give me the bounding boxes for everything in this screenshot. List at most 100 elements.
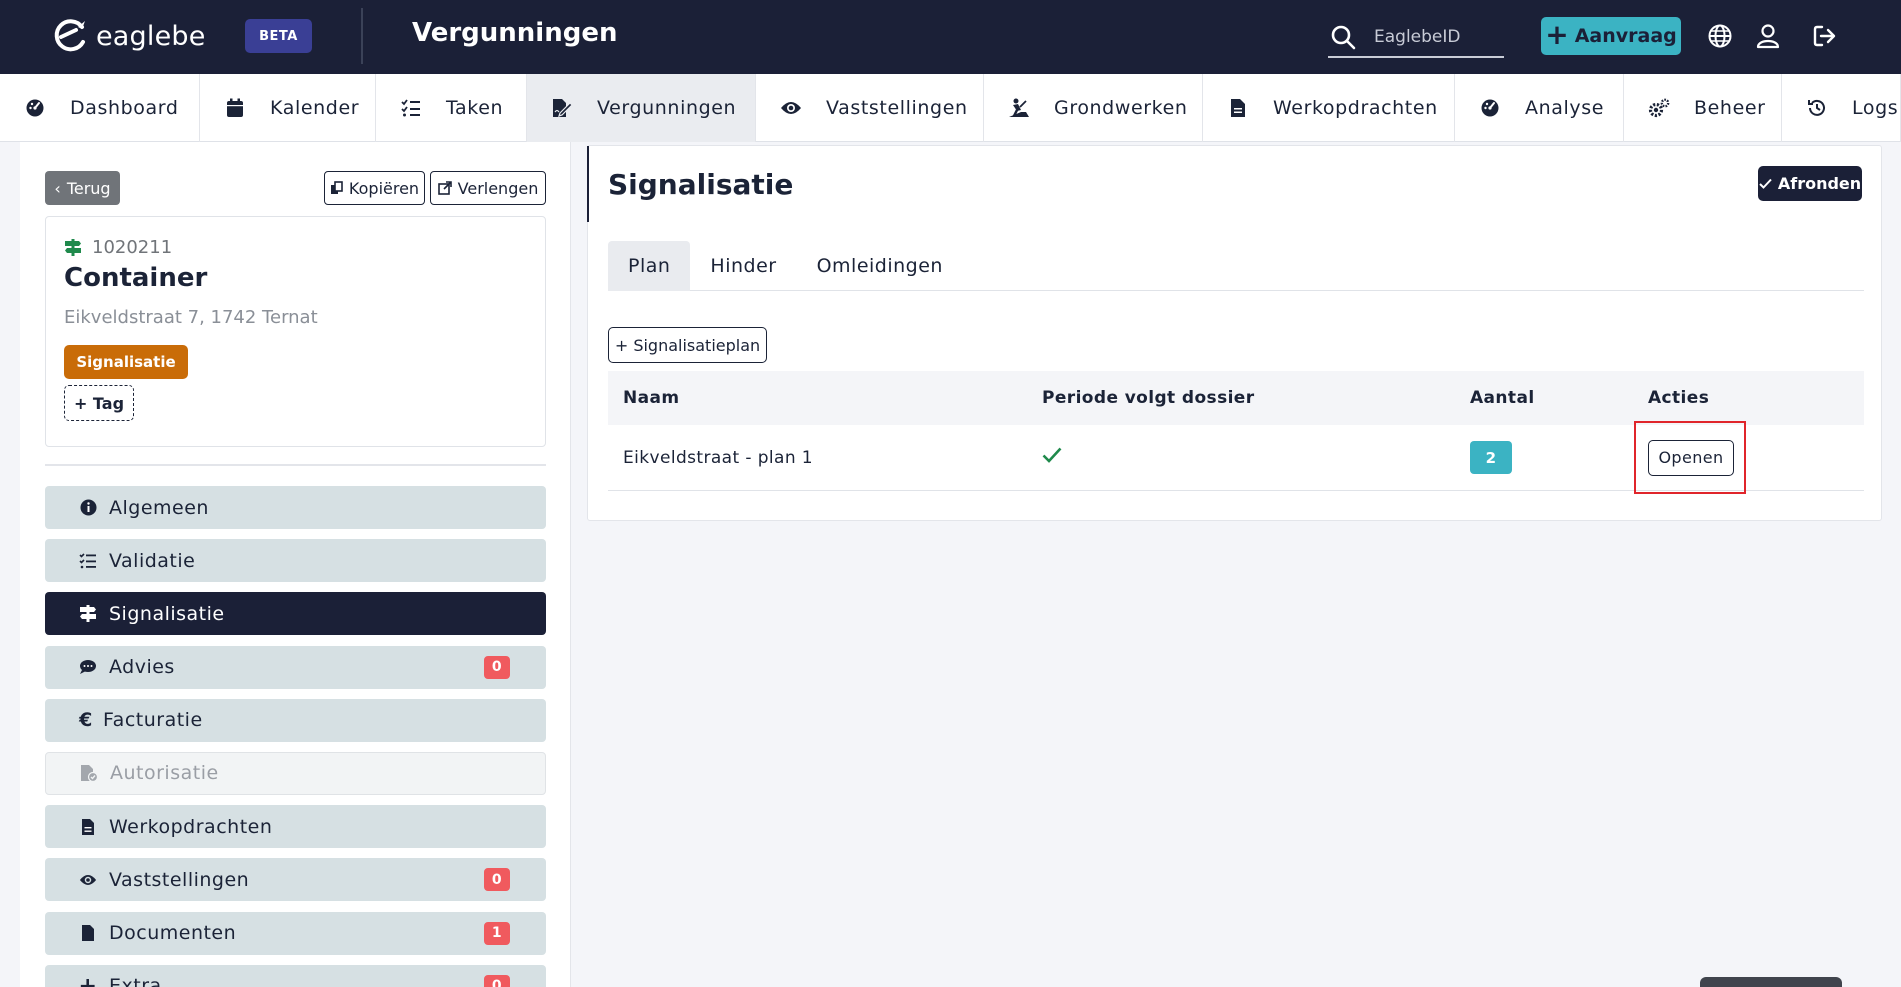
acties-cell: Openen xyxy=(1633,439,1864,476)
menu-item-label: Validatie xyxy=(109,549,196,572)
menu-item-label: Advies xyxy=(109,656,175,679)
comments-icon xyxy=(79,658,97,676)
search-input[interactable] xyxy=(1374,27,1494,47)
document-icon xyxy=(79,818,97,836)
column-header-periode: Periode volgt dossier xyxy=(1042,388,1255,408)
terug-label: Terug xyxy=(66,178,111,198)
search-box[interactable] xyxy=(1328,18,1504,58)
check-icon xyxy=(1759,178,1772,189)
menu-item-label: Documenten xyxy=(109,922,237,944)
nav-item-beheer[interactable]: Beheer xyxy=(1624,74,1782,142)
menu-item-werkopdrachten[interactable]: Werkopdrachten xyxy=(45,805,546,849)
globe-icon[interactable] xyxy=(1706,22,1734,50)
logout-icon[interactable] xyxy=(1811,22,1839,50)
analysis-icon xyxy=(1479,97,1501,119)
history-icon xyxy=(1806,97,1828,119)
menu-item-label: Facturatie xyxy=(103,709,203,732)
dossier-menu: Algemeen Validatie Signalisatie Advies 0… xyxy=(45,486,546,987)
user-icon[interactable] xyxy=(1754,22,1782,50)
file-check-icon xyxy=(80,764,98,783)
nav-item-label: Vaststellingen xyxy=(826,97,968,119)
nav-item-label: Dashboard xyxy=(70,97,179,119)
verlengen-button[interactable]: Verlengen xyxy=(430,171,546,205)
nav-item-grondwerken[interactable]: Grondwerken xyxy=(984,74,1203,142)
eye-icon xyxy=(79,871,97,889)
top-header-bar: eaglebe BETA Vergunningen + Aanvraag xyxy=(0,0,1901,74)
vaststellingen-count-badge: 0 xyxy=(484,868,510,892)
main-navigation: Dashboard Kalender Taken Vergunningen Va… xyxy=(0,74,1901,142)
menu-item-label: Autorisatie xyxy=(110,762,219,785)
periode-volgt-cell xyxy=(1027,447,1455,468)
chevron-left-icon: ‹ xyxy=(54,178,61,198)
nav-item-label: Grondwerken xyxy=(1054,97,1188,119)
menu-item-advies[interactable]: Advies 0 xyxy=(45,645,546,689)
tab-plan[interactable]: Plan xyxy=(608,241,691,291)
nav-item-vaststellingen[interactable]: Vaststellingen xyxy=(756,74,984,142)
table-row: Eikveldstraat - plan 1 2 Openen xyxy=(608,425,1864,491)
menu-item-label: Werkopdrachten xyxy=(109,815,273,838)
advies-count-badge: 0 xyxy=(484,655,510,679)
digging-icon xyxy=(1008,97,1030,119)
nav-item-vergunningen[interactable]: Vergunningen xyxy=(527,74,756,142)
tasks-icon xyxy=(400,97,422,119)
search-icon xyxy=(1331,25,1356,50)
nav-item-werkopdrachten[interactable]: Werkopdrachten xyxy=(1203,74,1455,142)
nav-item-dashboard[interactable]: Dashboard xyxy=(0,74,200,142)
plans-table: Naam Periode volgt dossier Aantal Acties… xyxy=(608,371,1864,491)
openen-button[interactable]: Openen xyxy=(1648,439,1734,476)
nav-item-taken[interactable]: Taken xyxy=(376,74,527,142)
euro-icon: € xyxy=(79,709,93,732)
dashboard-icon xyxy=(24,97,46,119)
menu-item-label: Extra xyxy=(109,975,162,987)
menu-item-signalisatie[interactable]: Signalisatie xyxy=(45,592,546,636)
verlengen-label: Verlengen xyxy=(457,178,539,198)
signalisatie-tabs: Plan Hinder Omleidingen xyxy=(608,241,1864,291)
aanvraag-button[interactable]: + Aanvraag xyxy=(1541,17,1681,55)
menu-item-label: Signalisatie xyxy=(109,602,225,625)
nav-item-analyse[interactable]: Analyse xyxy=(1455,74,1624,142)
add-signalisatieplan-button[interactable]: + Signalisatieplan xyxy=(608,327,767,363)
signpost-icon xyxy=(65,239,81,256)
nav-item-label: Werkopdrachten xyxy=(1273,97,1438,119)
floating-panel-edge xyxy=(1700,977,1842,987)
signalisatie-card: Signalisatie Afronden Plan Hinder Omleid… xyxy=(587,145,1882,521)
nav-item-kalender[interactable]: Kalender xyxy=(200,74,376,142)
logo-text: eaglebe xyxy=(96,20,206,52)
column-header-aantal: Aantal xyxy=(1470,388,1535,408)
info-icon xyxy=(79,499,97,517)
dossier-title: Container xyxy=(64,263,208,293)
kopieren-button[interactable]: Kopiëren xyxy=(324,171,425,205)
menu-item-label: Vaststellingen xyxy=(109,868,250,891)
page-title: Vergunningen xyxy=(412,18,618,48)
eaglebe-logo[interactable]: eaglebe xyxy=(52,18,206,54)
kopieren-label: Kopiëren xyxy=(348,178,420,198)
documenten-count-badge: 1 xyxy=(484,921,510,945)
calendar-icon xyxy=(224,97,246,119)
plus-icon: + xyxy=(78,973,98,987)
menu-item-extra[interactable]: + Extra 0 xyxy=(45,964,546,987)
table-header: Naam Periode volgt dossier Aantal Acties xyxy=(608,371,1864,425)
menu-item-algemeen[interactable]: Algemeen xyxy=(45,486,546,529)
nav-item-label: Logs xyxy=(1852,97,1899,119)
nav-item-logs[interactable]: Logs xyxy=(1782,74,1901,142)
afronden-button[interactable]: Afronden xyxy=(1758,166,1862,201)
tab-hinder[interactable]: Hinder xyxy=(690,241,796,291)
nav-item-label: Vergunningen xyxy=(597,97,737,119)
menu-item-documenten[interactable]: Documenten 1 xyxy=(45,911,546,955)
nav-item-label: Analyse xyxy=(1525,97,1604,119)
menu-item-facturatie[interactable]: € Facturatie xyxy=(45,698,546,742)
beta-badge: BETA xyxy=(245,19,312,53)
sidebar-divider xyxy=(45,464,546,466)
tab-omleidingen[interactable]: Omleidingen xyxy=(797,241,963,291)
document-icon xyxy=(1227,97,1249,119)
menu-item-vaststellingen[interactable]: Vaststellingen 0 xyxy=(45,858,546,902)
menu-item-validatie[interactable]: Validatie xyxy=(45,539,546,583)
share-extend-icon xyxy=(437,181,452,195)
permit-edit-icon xyxy=(551,97,573,119)
terug-button[interactable]: ‹ Terug xyxy=(45,171,120,205)
eaglebe-logo-icon xyxy=(54,19,85,52)
column-header-acties: Acties xyxy=(1648,388,1710,408)
file-icon xyxy=(79,924,97,942)
tag-signalisatie[interactable]: Signalisatie xyxy=(64,345,188,379)
add-tag-button[interactable]: + Tag xyxy=(64,385,134,421)
